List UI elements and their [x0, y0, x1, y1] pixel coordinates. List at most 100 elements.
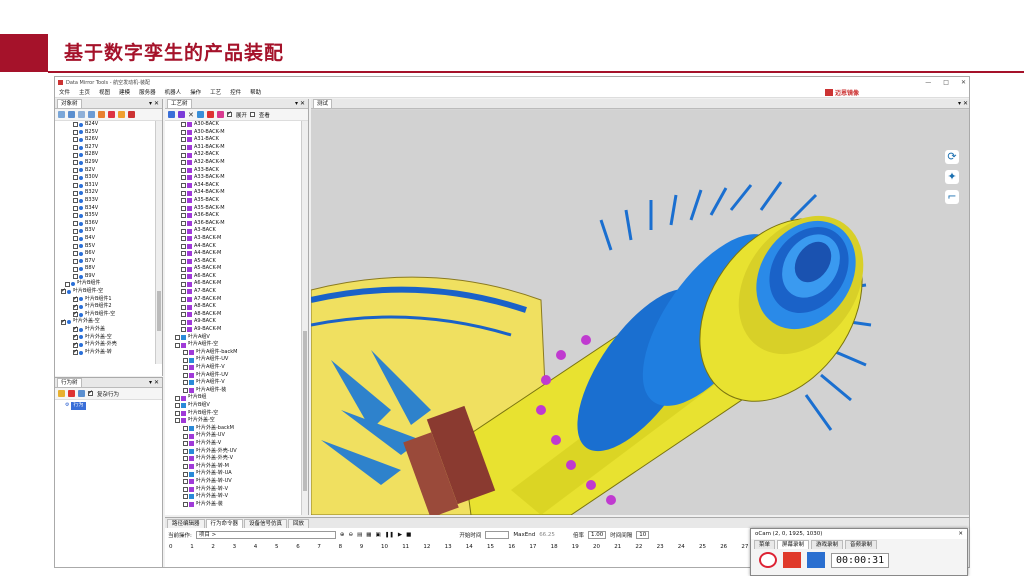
item-checkbox[interactable]	[175, 334, 180, 340]
item-checkbox[interactable]	[181, 175, 186, 181]
list-item[interactable]: B2V	[59, 167, 162, 175]
item-checkbox[interactable]	[73, 221, 78, 227]
list-item[interactable]: A5-BACK	[175, 258, 308, 266]
item-checkbox[interactable]	[181, 205, 186, 211]
list-item[interactable]: B35V	[59, 212, 162, 220]
list-item[interactable]: A4-BACK	[175, 243, 308, 251]
item-checkbox[interactable]	[181, 289, 186, 295]
item-checkbox[interactable]	[181, 327, 186, 333]
menu-operation[interactable]: 操作	[190, 88, 201, 96]
item-checkbox[interactable]	[73, 167, 78, 173]
item-checkbox[interactable]	[183, 441, 188, 447]
item-checkbox[interactable]	[183, 426, 188, 432]
link-icon[interactable]	[216, 111, 224, 118]
list-item[interactable]: 叶片外盖-转-M	[175, 463, 308, 471]
maximize-button[interactable]: □	[943, 79, 949, 86]
item-checkbox[interactable]	[181, 198, 186, 204]
list-item[interactable]: A6-BACK-M	[175, 280, 308, 288]
item-checkbox[interactable]	[181, 296, 186, 302]
list-item[interactable]: 叶片外盖-转-UA	[175, 470, 308, 478]
item-checkbox[interactable]	[181, 160, 186, 166]
ocam-tab-game[interactable]: 游戏录制	[811, 540, 844, 549]
list-icon[interactable]: ▦	[366, 532, 371, 538]
list-item[interactable]: B33V	[59, 197, 162, 205]
flow-icon[interactable]	[206, 111, 214, 118]
list-item[interactable]: B27V	[59, 144, 162, 152]
item-checkbox[interactable]	[181, 137, 186, 143]
process-tree-scrollbar[interactable]	[301, 121, 308, 515]
menu-view[interactable]: 视图	[99, 88, 110, 96]
item-checkbox[interactable]	[73, 295, 78, 303]
list-item[interactable]: B34V	[59, 205, 162, 213]
rate-field[interactable]: 1.00	[587, 531, 607, 539]
object-tree-scrollbar[interactable]	[155, 121, 162, 364]
item-checkbox[interactable]	[183, 380, 188, 386]
list-item[interactable]: A7-BACK	[175, 288, 308, 296]
item-checkbox[interactable]	[181, 258, 186, 264]
tree-icon[interactable]	[168, 111, 175, 118]
time-step-field[interactable]: 10	[636, 531, 650, 539]
item-checkbox[interactable]	[181, 152, 186, 158]
start-time-field[interactable]	[485, 531, 510, 539]
3d-viewport[interactable]: ⟳ ✦ ⌐	[311, 110, 969, 515]
fit-icon[interactable]: ▤	[357, 532, 362, 538]
play-icon[interactable]: ▶	[398, 532, 402, 538]
item-checkbox[interactable]	[181, 145, 186, 151]
item-checkbox[interactable]	[73, 251, 78, 257]
tab-behavior-commander[interactable]: 行为命令器	[205, 519, 244, 528]
item-checkbox[interactable]	[181, 228, 186, 234]
menu-process[interactable]: 工艺	[210, 88, 221, 96]
list-item[interactable]: 叶片B组	[175, 394, 308, 402]
item-checkbox[interactable]	[73, 129, 78, 135]
item-checkbox[interactable]	[175, 342, 180, 348]
item-checkbox[interactable]	[73, 190, 78, 196]
list-item[interactable]: 叶片外盖-UV	[175, 432, 308, 440]
item-checkbox[interactable]	[73, 341, 78, 348]
view-checkbox[interactable]	[249, 112, 255, 117]
list-item[interactable]: A34-BACK-M	[175, 189, 308, 197]
save-icon[interactable]: ▣	[375, 532, 380, 538]
list-item[interactable]: ⚙ 行为	[65, 402, 162, 410]
list-item[interactable]: 叶片外盖-装	[175, 501, 308, 509]
list-item[interactable]: 叶片外盖-转-UV	[175, 478, 308, 486]
list-item[interactable]: A32-BACK	[175, 151, 308, 159]
list-item[interactable]: 叶片A组件-UV	[175, 356, 308, 364]
list-item[interactable]: B4V	[59, 235, 162, 243]
list-item[interactable]: 叶片A组件-V	[175, 364, 308, 372]
zoom-in-icon[interactable]: ⊕	[340, 532, 345, 538]
delete-icon[interactable]	[128, 111, 135, 118]
item-checkbox[interactable]	[73, 228, 78, 234]
item-checkbox[interactable]	[181, 312, 186, 318]
item-checkbox[interactable]	[183, 479, 188, 485]
list-item[interactable]: 叶片B组件-空	[59, 310, 162, 319]
panel-pin-icon[interactable]: ▾ ✕	[295, 100, 308, 107]
list-item[interactable]: B32V	[59, 189, 162, 197]
item-checkbox[interactable]	[73, 310, 78, 318]
list-item[interactable]: A4-BACK-M	[175, 250, 308, 258]
list-item[interactable]: B25V	[59, 129, 162, 137]
list-item[interactable]: A30-BACK-M	[175, 129, 308, 137]
list-item[interactable]: 叶片A组件-V	[175, 379, 308, 387]
item-checkbox[interactable]	[73, 160, 78, 166]
ocam-close-icon[interactable]: ✕	[958, 529, 967, 539]
menu-file[interactable]: 文件	[59, 88, 70, 96]
hide-icon[interactable]	[108, 111, 115, 118]
list-item[interactable]: 叶片B组V	[175, 402, 308, 410]
pause-icon[interactable]: ❚❚	[385, 532, 394, 538]
group-icon[interactable]	[178, 111, 185, 118]
pause-record-icon[interactable]	[783, 552, 801, 568]
list-item[interactable]: A36-BACK	[175, 212, 308, 220]
list-item[interactable]: 叶片外盖-转	[59, 348, 162, 357]
list-item[interactable]: A31-BACK-M	[175, 144, 308, 152]
tab-signal-sim[interactable]: 设备信号仿真	[244, 519, 288, 528]
item-checkbox[interactable]	[183, 372, 188, 378]
item-checkbox[interactable]	[181, 266, 186, 272]
current-op-field[interactable]: 项目 >	[195, 531, 336, 539]
list-item[interactable]: A34-BACK	[175, 182, 308, 190]
menu-model[interactable]: 建模	[119, 88, 130, 96]
edit-icon[interactable]	[58, 390, 65, 397]
list-item[interactable]: A3-BACK	[175, 227, 308, 235]
item-checkbox[interactable]	[73, 258, 78, 264]
ocam-tab-audio[interactable]: 音频录制	[845, 540, 878, 549]
item-checkbox[interactable]	[181, 213, 186, 219]
